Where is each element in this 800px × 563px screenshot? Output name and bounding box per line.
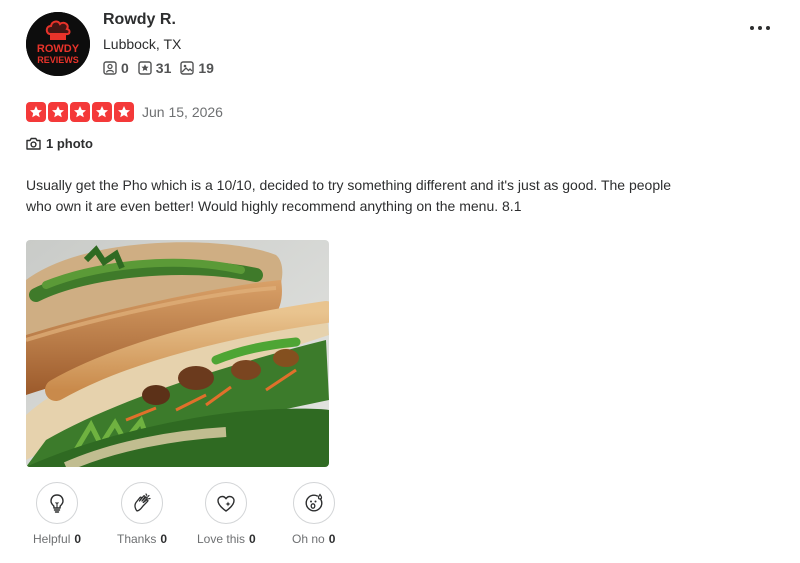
friends-stat: 0 — [103, 60, 129, 76]
photo-count-label: 1 photo — [46, 136, 93, 151]
thanks-count: 0 — [160, 532, 168, 546]
rating-star-icon — [48, 102, 68, 122]
thanks-circle — [121, 482, 164, 524]
oh-no-circle — [292, 482, 335, 524]
user-location: Lubbock, TX — [103, 36, 182, 52]
helpful-button[interactable]: Helpful 0 — [33, 482, 81, 546]
love-this-count: 0 — [249, 532, 256, 546]
love-this-label: Love this 0 — [197, 532, 256, 546]
thanks-text: Thanks — [117, 532, 157, 546]
review-card: ROWDY REVIEWS Rowdy R. Lubbock, TX 0 31 — [0, 0, 800, 563]
sandwich-photo — [26, 240, 329, 467]
review-photo[interactable] — [26, 240, 329, 467]
helpful-text: Helpful — [33, 532, 71, 546]
love-this-text: Love this — [197, 532, 246, 546]
rating-row: Jun 15, 2026 — [26, 102, 223, 122]
rating-star-icon — [26, 102, 46, 122]
star-box-icon — [138, 61, 152, 75]
helpful-label: Helpful 0 — [33, 532, 81, 546]
heart-sparkle-icon — [217, 495, 236, 512]
image-icon — [180, 61, 195, 75]
rowdy-reviews-logo: ROWDY REVIEWS — [26, 12, 90, 76]
camera-icon — [26, 137, 41, 150]
friends-icon — [103, 61, 117, 75]
thanks-button[interactable]: Thanks 0 — [117, 482, 167, 546]
surprised-face-icon — [305, 493, 323, 512]
friends-count: 0 — [121, 60, 129, 76]
review-date: Jun 15, 2026 — [142, 104, 223, 120]
helpful-circle — [36, 482, 79, 524]
star-rating — [26, 102, 136, 122]
rating-star-icon — [70, 102, 90, 122]
photos-stat: 19 — [180, 60, 214, 76]
user-name[interactable]: Rowdy R. — [103, 11, 176, 29]
more-options-button[interactable] — [747, 18, 773, 38]
oh-no-button[interactable]: Oh no 0 — [292, 482, 335, 546]
thanks-label: Thanks 0 — [117, 532, 167, 546]
user-avatar[interactable]: ROWDY REVIEWS — [26, 12, 90, 76]
more-horizontal-icon — [750, 26, 770, 30]
lightbulb-icon — [50, 494, 64, 513]
svg-text:ROWDY: ROWDY — [37, 43, 80, 55]
clapping-hands-icon — [134, 493, 151, 512]
love-this-button[interactable]: Love this 0 — [197, 482, 256, 546]
oh-no-count: 0 — [328, 532, 336, 546]
rating-star-icon — [92, 102, 112, 122]
oh-no-label: Oh no 0 — [292, 532, 335, 546]
photo-count-link[interactable]: 1 photo — [26, 136, 93, 151]
rating-star-icon — [114, 102, 134, 122]
user-stats: 0 31 19 — [103, 60, 223, 76]
helpful-count: 0 — [74, 532, 82, 546]
reviews-count: 31 — [155, 60, 172, 76]
reviews-stat: 31 — [138, 60, 172, 76]
oh-no-text: Oh no — [292, 532, 325, 546]
love-this-circle — [205, 482, 248, 524]
review-text: Usually get the Pho which is a 10/10, de… — [26, 177, 671, 214]
photos-count: 19 — [198, 60, 214, 76]
svg-text:REVIEWS: REVIEWS — [37, 55, 79, 65]
